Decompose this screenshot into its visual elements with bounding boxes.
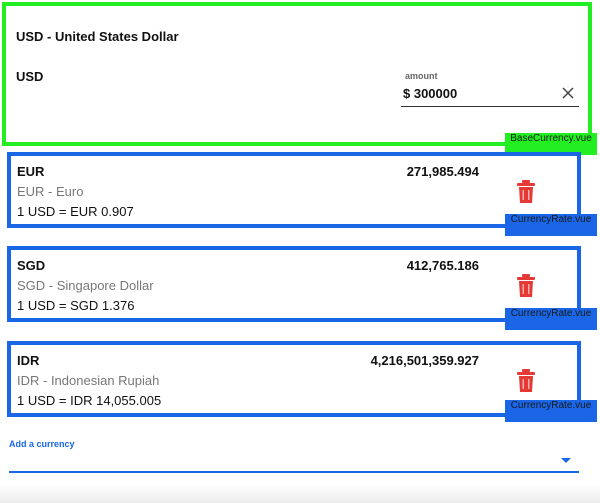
currency-name: SGD - Singapore Dollar [17,278,154,293]
currency-rate-component-tag: CurrencyRate.vue [505,400,597,422]
amount-field[interactable]: amount [401,68,581,110]
converted-amount: 271,985.494 [406,164,479,179]
currency-code: EUR [17,164,45,179]
converted-amount: 412,765.186 [406,258,479,273]
amount-label: amount [405,71,438,81]
base-currency-panel: USD - United States Dollar USD amount [2,2,592,146]
add-currency-select[interactable] [9,450,579,472]
exchange-rate: 1 USD = IDR 14,055.005 [17,393,162,408]
trash-icon[interactable] [516,274,536,298]
converted-amount: 4,216,501,359.927 [370,353,479,368]
trash-icon[interactable] [516,180,536,204]
add-currency-label: Add a currency [9,439,75,449]
caret-down-icon[interactable] [561,458,571,463]
add-currency-field[interactable]: Add a currency [9,436,579,476]
close-icon[interactable] [561,86,575,100]
amount-underline [401,106,579,107]
currency-name: IDR - Indonesian Rupiah [17,373,160,388]
currency-code: SGD [17,258,46,273]
currency-name: EUR - Euro [17,184,84,199]
currency-rate-component-tag: CurrencyRate.vue [505,214,597,236]
amount-input[interactable] [403,83,553,103]
exchange-rate: 1 USD = EUR 0.907 [17,204,134,219]
base-currency-code: USD [16,69,44,84]
bottom-shadow [0,485,600,503]
exchange-rate: 1 USD = SGD 1.376 [17,298,135,313]
base-currency-title: USD - United States Dollar [16,29,179,44]
currency-rate-card: IDR IDR - Indonesian Rupiah 1 USD = IDR … [7,341,581,417]
trash-icon[interactable] [516,369,536,393]
currency-rate-card: EUR EUR - Euro 1 USD = EUR 0.907 271,985… [7,152,581,228]
currency-rate-card: SGD SGD - Singapore Dollar 1 USD = SGD 1… [7,246,581,322]
currency-rate-component-tag: CurrencyRate.vue [505,308,597,330]
add-currency-underline [9,471,579,473]
currency-code: IDR [17,353,40,368]
